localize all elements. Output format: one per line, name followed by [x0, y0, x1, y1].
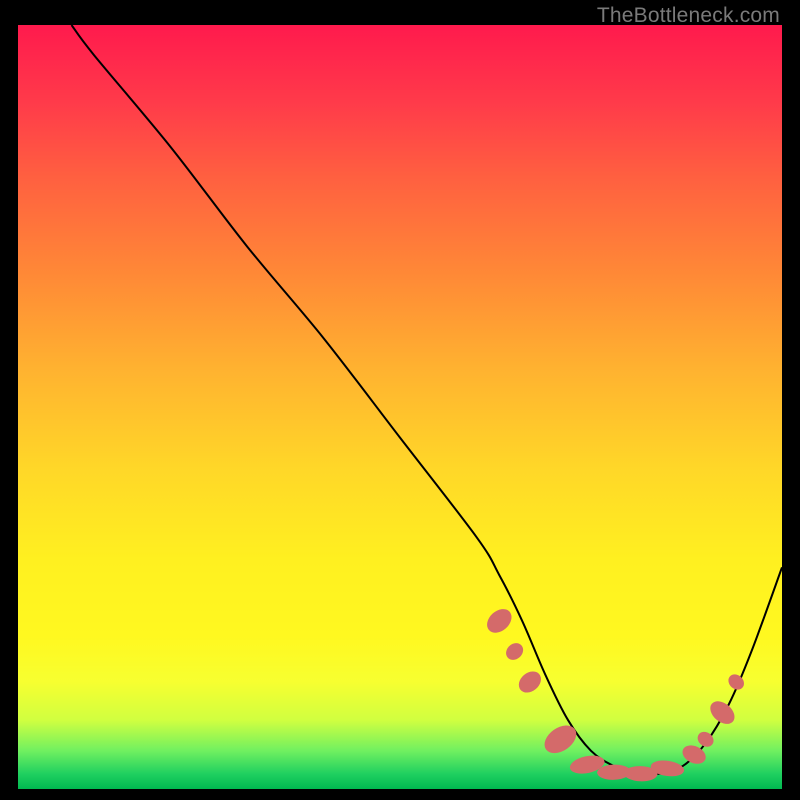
- curve-marker: [503, 640, 527, 664]
- curve-marker: [539, 720, 581, 759]
- chart-svg: [18, 25, 782, 789]
- bottleneck-curve: [72, 25, 783, 775]
- curve-markers: [482, 604, 747, 782]
- chart-area: [18, 25, 782, 789]
- curve-marker: [515, 667, 546, 697]
- curve-marker: [706, 697, 739, 729]
- curve-marker: [482, 604, 516, 637]
